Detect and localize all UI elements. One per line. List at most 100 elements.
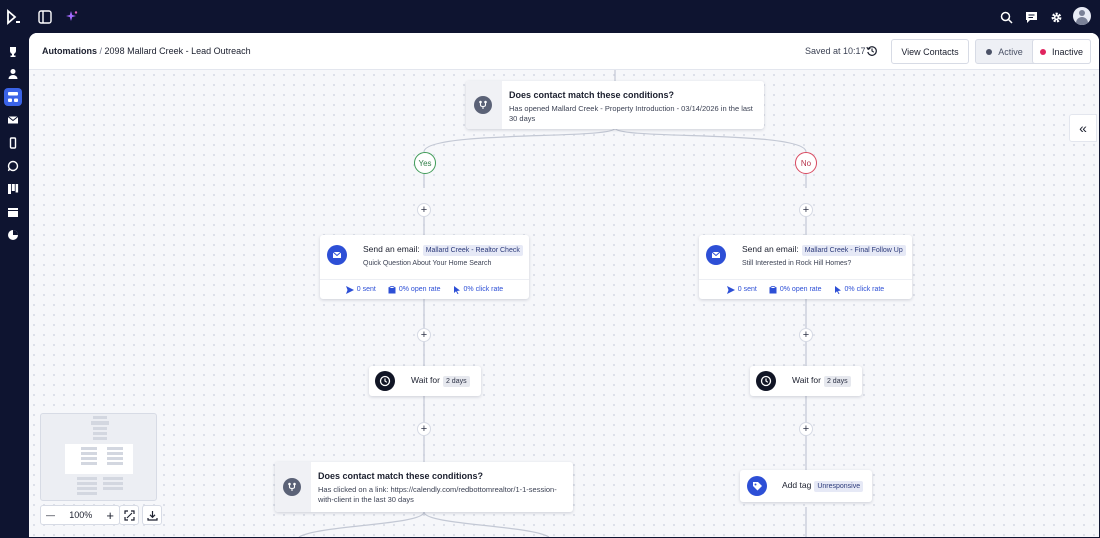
email-node-right-title: Send an email: Mallard Creek - Final Foll… [742, 244, 906, 256]
breadcrumb-root[interactable]: Automations [42, 46, 97, 56]
zoom-in-button[interactable]: + [106, 508, 114, 523]
mail-icon [706, 245, 726, 265]
main-panel: Automations / 2098 Mallard Creek - Lead … [29, 33, 1099, 537]
condition-node-1-title: Does contact match these conditions? [509, 90, 675, 100]
collapse-panel-button[interactable]: « [1069, 114, 1097, 142]
contacts-icon[interactable] [4, 65, 22, 83]
left-rail [0, 33, 28, 538]
minimap[interactable] [40, 413, 157, 501]
email-stats: 0 sent 0% open rate 0% click rate [699, 279, 912, 299]
search-icon[interactable] [996, 7, 1016, 27]
click-rate: 0% click rate [844, 286, 885, 293]
automations-icon[interactable] [4, 88, 22, 106]
sent-stat[interactable]: 0 sent [726, 285, 757, 294]
add-step-button[interactable]: + [417, 328, 431, 342]
status-inactive-label: Inactive [1051, 46, 1084, 57]
condition-node-2-title: Does contact match these conditions? [318, 471, 484, 481]
add-step-button[interactable]: + [417, 422, 431, 436]
active-dot [986, 48, 993, 55]
add-tag-text: Add tag [782, 480, 812, 490]
sent-count: 0 sent [737, 286, 757, 293]
branch-yes-label[interactable]: Yes [414, 152, 436, 174]
email-template-chip: Mallard Creek - Realtor Check [422, 245, 523, 256]
sent-count: 0 sent [356, 286, 376, 293]
wait-duration: 2 days [823, 376, 851, 387]
sidebar-toggle-icon[interactable] [35, 7, 55, 27]
calendar-icon[interactable] [4, 203, 22, 221]
wait-node-right[interactable]: Wait for 2 days [750, 366, 862, 396]
mail-icon[interactable] [4, 111, 22, 129]
logo-icon[interactable] [4, 7, 24, 27]
branch-icon [474, 96, 492, 114]
send-icon [726, 285, 735, 294]
tag-icon [747, 476, 767, 496]
avatar[interactable] [1073, 7, 1091, 25]
zoom-level: 100% [69, 510, 93, 520]
add-step-button[interactable]: + [799, 203, 813, 217]
tag-chip: Unresponsive [814, 481, 864, 492]
gear-icon[interactable] [1046, 7, 1066, 27]
wait-duration: 2 days [442, 376, 470, 387]
mobile-icon[interactable] [4, 134, 22, 152]
wait-label: Wait for 2 days [792, 375, 851, 387]
open-rate: 0% open rate [398, 286, 441, 293]
breadcrumb-separator: / [99, 46, 103, 56]
flow-canvas[interactable]: Does contact match these conditions? Has… [29, 70, 1099, 537]
email-node-left-title: Send an email: Mallard Creek - Realtor Ch… [363, 244, 523, 256]
email-node-left[interactable]: Send an email: Mallard Creek - Realtor Ch… [320, 235, 529, 299]
trophy-icon[interactable] [4, 43, 22, 61]
view-contacts-button[interactable]: View Contacts [891, 39, 969, 64]
chat-icon[interactable] [1021, 7, 1041, 27]
add-step-button[interactable]: + [799, 328, 813, 342]
sent-stat[interactable]: 0 sent [345, 285, 376, 294]
download-icon [146, 510, 158, 521]
download-button[interactable] [142, 505, 162, 525]
inactive-dot [1039, 48, 1046, 55]
email-prefix: Send an email: [742, 244, 799, 254]
clock-icon [756, 371, 776, 391]
status-active-option[interactable]: Active [976, 40, 1033, 63]
open-rate-stat[interactable]: 0% open rate [769, 285, 822, 294]
email-subject: Quick Question About Your Home Search [363, 260, 492, 267]
wait-node-left[interactable]: Wait for 2 days [369, 366, 481, 396]
send-icon [345, 285, 354, 294]
breadcrumb-current: 2098 Mallard Creek - Lead Outreach [104, 46, 251, 56]
cursor-icon [834, 285, 841, 294]
click-rate: 0% click rate [463, 286, 504, 293]
minimap-preview [65, 416, 133, 495]
open-rate-stat[interactable]: 0% open rate [388, 285, 441, 294]
wait-text: Wait for [411, 375, 440, 385]
status-active-label: Active [998, 46, 1023, 57]
zoom-control: — 100% + [40, 505, 120, 525]
open-mail-icon [388, 285, 396, 293]
add-step-button[interactable]: + [799, 422, 813, 436]
branch-no-label[interactable]: No [795, 152, 817, 174]
click-rate-stat[interactable]: 0% click rate [453, 285, 504, 294]
breadcrumb: Automations / 2098 Mallard Creek - Lead … [42, 46, 251, 56]
add-tag-label: Add tag Unresponsive [782, 480, 864, 492]
email-node-right[interactable]: Send an email: Mallard Creek - Final Foll… [699, 235, 912, 299]
clock-icon [375, 371, 395, 391]
status-inactive-option[interactable]: Inactive [1033, 40, 1090, 63]
expand-icon [123, 509, 135, 521]
zoom-out-button[interactable]: — [46, 510, 55, 520]
click-rate-stat[interactable]: 0% click rate [834, 285, 885, 294]
chart-icon[interactable] [4, 226, 22, 244]
email-subject: Still Interested in Rock Hill Homes? [742, 260, 852, 267]
branch-icon [283, 478, 301, 496]
whatsapp-icon[interactable] [4, 157, 22, 175]
email-template-chip: Mallard Creek - Final Follow Up [801, 245, 906, 256]
condition-node-2[interactable]: Does contact match these conditions? Has… [275, 462, 573, 512]
board-icon[interactable] [4, 180, 22, 198]
cursor-icon [453, 285, 460, 294]
top-bar [0, 0, 1100, 33]
ai-sparkle-icon[interactable] [62, 7, 82, 27]
mail-icon [327, 245, 347, 265]
condition-node-2-description: Has clicked on a link: https://calendly.… [318, 485, 557, 504]
history-icon[interactable] [866, 45, 878, 57]
add-tag-node[interactable]: Add tag Unresponsive [740, 470, 872, 502]
add-step-button[interactable]: + [417, 203, 431, 217]
condition-node-1[interactable]: Does contact match these conditions? Has… [466, 81, 764, 129]
wait-label: Wait for 2 days [411, 375, 470, 387]
fit-view-button[interactable] [119, 505, 139, 525]
